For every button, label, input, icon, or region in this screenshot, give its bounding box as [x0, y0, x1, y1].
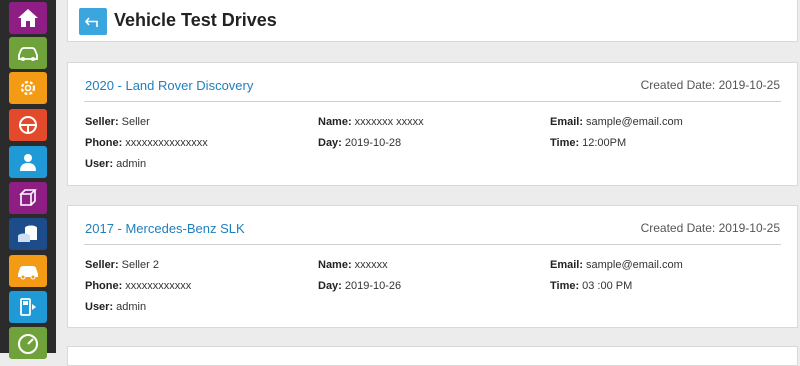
time-label: Time: [550, 280, 580, 292]
email-value: sample@email.com [586, 116, 683, 128]
sidebar-fuel-button[interactable] [9, 291, 47, 323]
time-value: 03 :00 PM [582, 280, 633, 292]
seller-label: Seller: [85, 116, 119, 128]
phone-label: Phone: [85, 280, 123, 292]
name-label: Name: [318, 259, 352, 271]
seller-label: Seller: [85, 259, 119, 271]
email-value: sample@email.com [586, 259, 683, 271]
created-date: Created Date: 2019-10-25 [640, 78, 780, 92]
phone-field: Phone: xxxxxxxxxxxx [85, 280, 191, 292]
page-title: Vehicle Test Drives [114, 10, 277, 30]
sidebar-finance-button[interactable] [9, 218, 47, 250]
vehicle-title-link[interactable]: 2020 - Land Rover Discovery [85, 78, 253, 93]
time-label: Time: [550, 137, 580, 149]
phone-value: xxxxxxxxxxxxxxx [125, 137, 208, 149]
box-icon [19, 189, 37, 206]
coins-icon [18, 225, 37, 242]
sidebar-dashboard-button[interactable] [9, 327, 47, 359]
email-field: Email: sample@email.com [550, 259, 683, 271]
name-field: Name: xxxxxxx xxxxx [318, 116, 424, 128]
back-button[interactable] [79, 8, 107, 35]
page-header: Vehicle Test Drives [67, 0, 798, 42]
test-drive-card: 2017 - Mercedes-Benz SLK Created Date: 2… [67, 205, 798, 328]
user-icon [20, 154, 36, 171]
speedometer-icon [18, 334, 38, 354]
user-value: admin [116, 158, 147, 170]
sidebar [0, 0, 56, 359]
gear-icon [20, 80, 36, 96]
sidebar-settings-button[interactable] [9, 72, 47, 104]
user-label: User: [85, 301, 114, 313]
sidebar-users-button[interactable] [9, 146, 47, 178]
seller-field: Seller: Seller [85, 116, 150, 128]
day-field: Day: 2019-10-26 [318, 280, 401, 292]
email-label: Email: [550, 259, 584, 271]
created-date: Created Date: 2019-10-25 [640, 221, 780, 235]
fuel-pump-icon [20, 298, 36, 316]
sidebar-sales-button[interactable] [9, 255, 47, 287]
day-value: 2019-10-28 [344, 137, 402, 149]
car-icon [18, 47, 38, 61]
seller-field: Seller: Seller 2 [85, 259, 159, 271]
home-icon [18, 9, 38, 27]
email-field: Email: sample@email.com [550, 116, 683, 128]
divider [84, 244, 781, 245]
test-drive-card [67, 346, 798, 366]
seller-value: Seller [121, 116, 150, 128]
seller-value: Seller 2 [121, 259, 159, 271]
time-value: 12:00PM [582, 137, 627, 149]
phone-value: xxxxxxxxxxxx [125, 280, 192, 292]
name-value: xxxxxxx xxxxx [354, 116, 424, 128]
user-value: admin [116, 301, 147, 313]
time-field: Time: 03 :00 PM [550, 280, 632, 292]
test-drive-card: 2020 - Land Rover Discovery Created Date… [67, 62, 798, 186]
name-field: Name: xxxxxx [318, 259, 388, 271]
vehicle-title-link[interactable]: 2017 - Mercedes-Benz SLK [85, 221, 245, 236]
phone-field: Phone: xxxxxxxxxxxxxxx [85, 137, 208, 149]
email-label: Email: [550, 116, 584, 128]
sidebar-home-button[interactable] [9, 2, 47, 34]
divider [84, 101, 781, 102]
name-label: Name: [318, 116, 352, 128]
car-icon [18, 266, 38, 280]
user-label: User: [85, 158, 114, 170]
user-field: User: admin [85, 301, 146, 313]
time-field: Time: 12:00PM [550, 137, 626, 149]
sidebar-testdrive-button[interactable] [9, 109, 47, 141]
day-value: 2019-10-26 [344, 280, 402, 292]
back-arrow-icon [84, 16, 98, 27]
steering-wheel-icon [19, 116, 37, 134]
day-label: Day: [318, 280, 342, 292]
sidebar-inventory-button[interactable] [9, 182, 47, 214]
day-field: Day: 2019-10-28 [318, 137, 401, 149]
main-content: Vehicle Test Drives 2020 - Land Rover Di… [67, 0, 800, 366]
user-field: User: admin [85, 158, 146, 170]
day-label: Day: [318, 137, 342, 149]
name-value: xxxxxx [354, 259, 388, 271]
phone-label: Phone: [85, 137, 123, 149]
sidebar-vehicles-button[interactable] [9, 37, 47, 69]
